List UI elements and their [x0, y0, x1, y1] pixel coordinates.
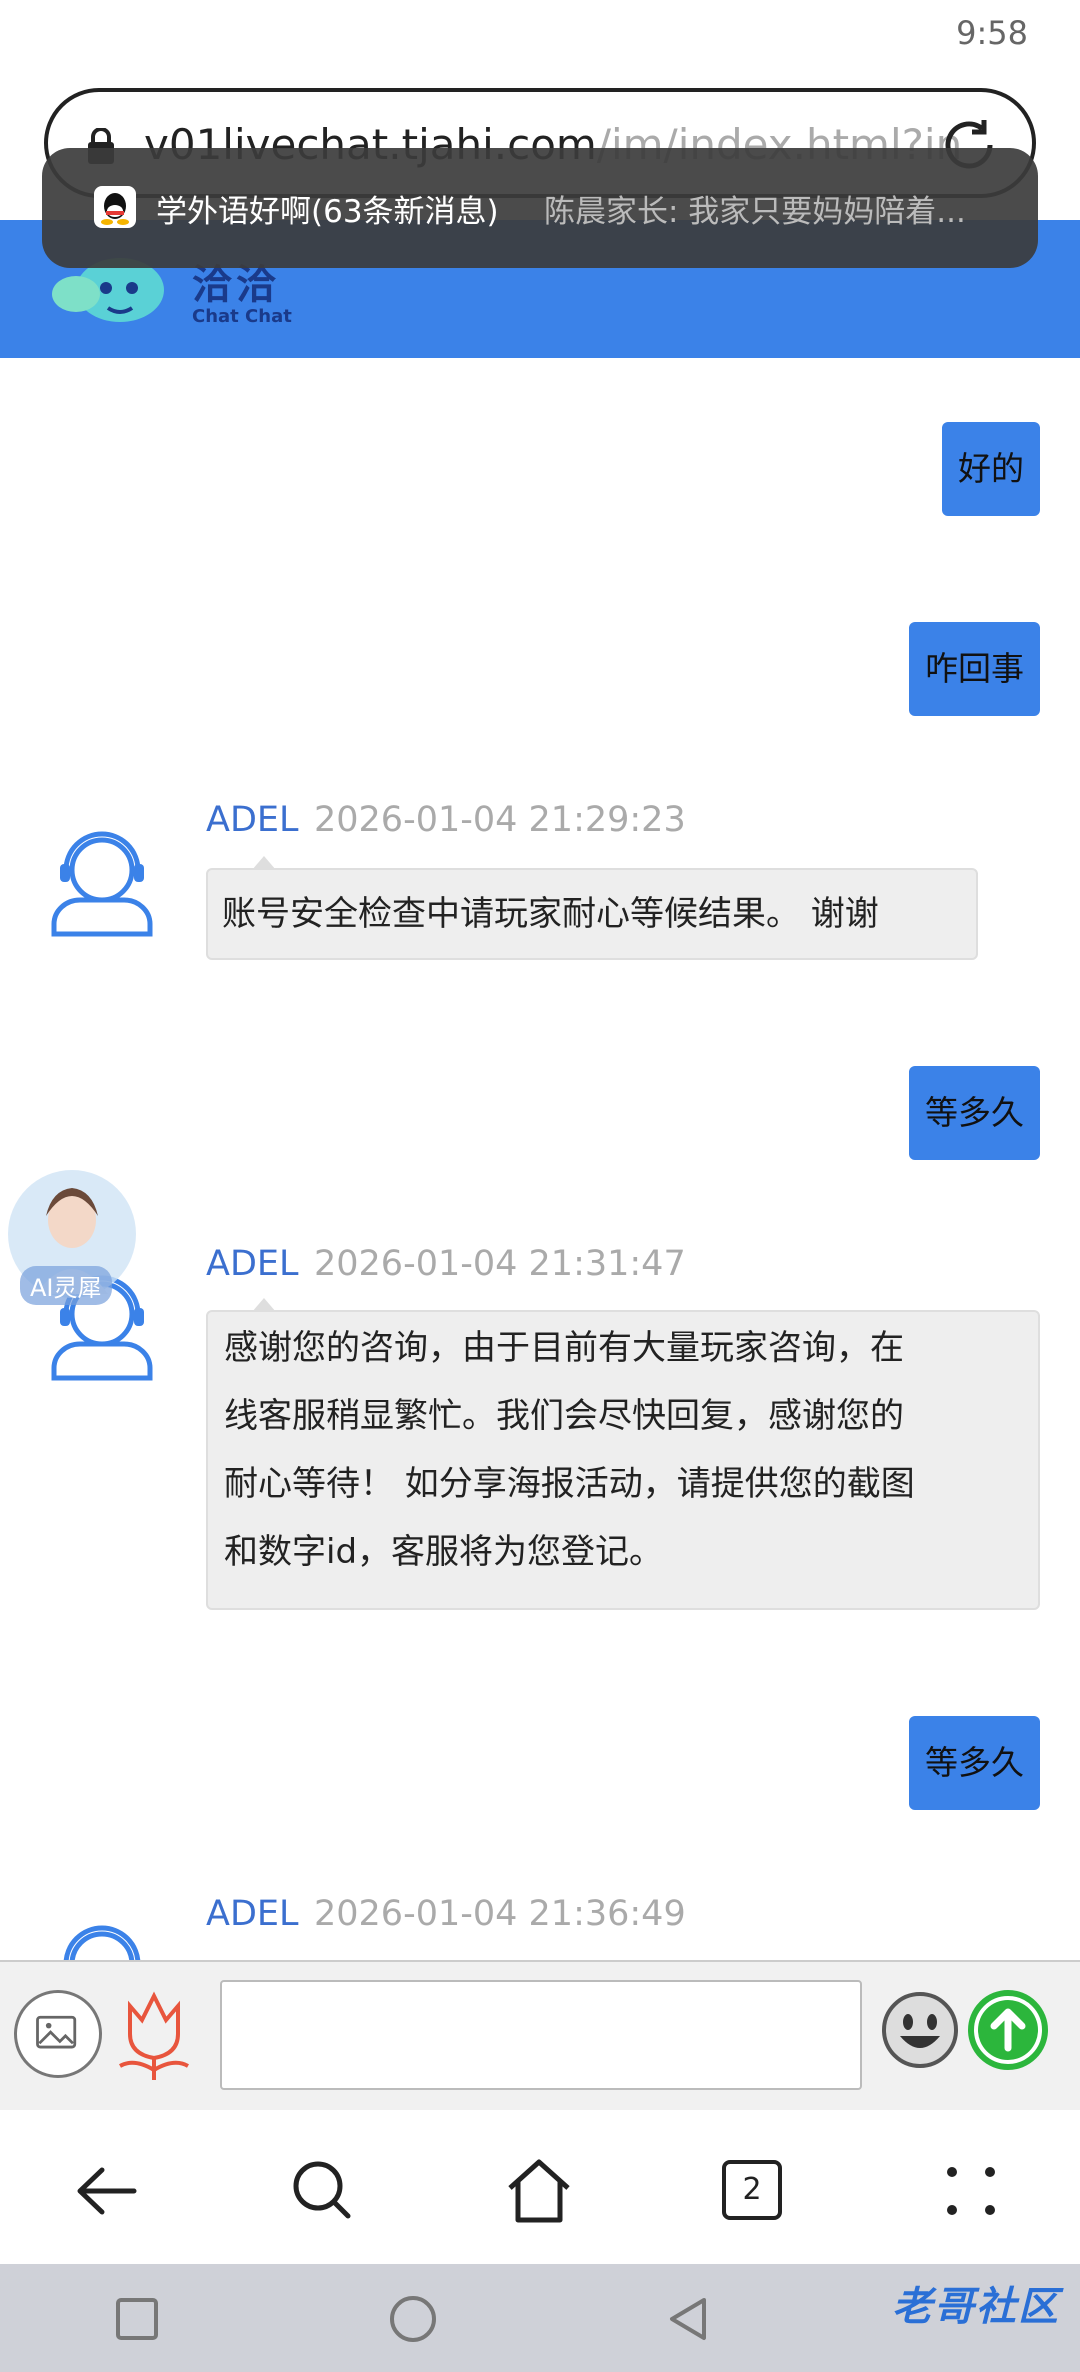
ai-assistant-label: AI灵犀 — [20, 1266, 112, 1305]
incoming-message: 账号安全检查中请玩家耐心等候结果。 谢谢 — [206, 856, 978, 960]
chat-message-list[interactable]: 好的 咋回事 ADEL 2026-01-04 21:29:23 账号安全检查中请… — [0, 358, 1080, 1960]
outgoing-message: 好的 — [942, 422, 1040, 516]
browser-nav: 2 — [0, 2112, 1080, 2264]
back-triangle-icon[interactable] — [664, 2294, 714, 2344]
system-nav: 老哥社区 — [0, 2264, 1080, 2372]
flower-icon[interactable] — [108, 1986, 200, 2082]
agent-name: ADEL — [206, 1244, 299, 1284]
notification-title: 学外语好啊(63条新消息) — [156, 194, 499, 230]
image-icon — [36, 2015, 77, 2049]
image-button[interactable] — [14, 1990, 102, 2078]
status-time: 9:58 — [956, 14, 1028, 52]
home-icon[interactable] — [504, 2156, 574, 2226]
menu-icon[interactable] — [936, 2156, 1006, 2226]
agent-avatar-icon — [63, 1925, 141, 1960]
agent-name: ADEL — [206, 800, 299, 840]
outgoing-message: 等多久 — [909, 1066, 1040, 1160]
recent-apps-icon[interactable] — [112, 2294, 162, 2344]
notification-message: 陈晨家长: 我家只要妈妈陪着... — [544, 194, 966, 230]
incoming-message: 感谢您的咨询，由于目前有大量玩家咨询，在 线客服稍显繁忙。我们会尽快回复，感谢您… — [206, 1298, 1040, 1610]
outgoing-message: 等多久 — [909, 1716, 1040, 1810]
message-timestamp: 2026-01-04 21:31:47 — [314, 1244, 686, 1284]
message-timestamp: 2026-01-04 21:36:49 — [314, 1894, 686, 1934]
back-icon[interactable] — [72, 2156, 142, 2226]
input-bar — [0, 1960, 1080, 2110]
home-circle-icon[interactable] — [388, 2294, 438, 2344]
message-timestamp: 2026-01-04 21:29:23 — [314, 800, 686, 840]
tabs-button[interactable]: 2 — [722, 2160, 782, 2220]
agent-name: ADEL — [206, 1894, 299, 1934]
qq-icon — [94, 186, 136, 228]
message-input[interactable] — [220, 1980, 862, 2090]
send-icon[interactable] — [966, 1988, 1050, 2072]
emoji-icon[interactable] — [880, 1990, 960, 2070]
outgoing-message: 咋回事 — [909, 622, 1040, 716]
search-icon[interactable] — [288, 2156, 358, 2226]
message-line: 感谢您的咨询，由于目前有大量玩家咨询，在 — [224, 1328, 904, 1368]
brand-name-en: Chat Chat — [192, 306, 292, 327]
watermark: 老哥社区 — [892, 2284, 1060, 2330]
message-line: 和数字id，客服将为您登记。 — [224, 1532, 664, 1572]
status-bar: 9:58 — [0, 0, 1080, 70]
message-line: 耐心等待！ 如分享海报活动，请提供您的截图 — [224, 1464, 915, 1504]
message-line: 线客服稍显繁忙。我们会尽快回复，感谢您的 — [224, 1396, 904, 1436]
agent-avatar-icon — [51, 831, 153, 937]
qq-notification[interactable]: 学外语好啊(63条新消息) 陈晨家长: 我家只要妈妈陪着... — [42, 148, 1038, 268]
